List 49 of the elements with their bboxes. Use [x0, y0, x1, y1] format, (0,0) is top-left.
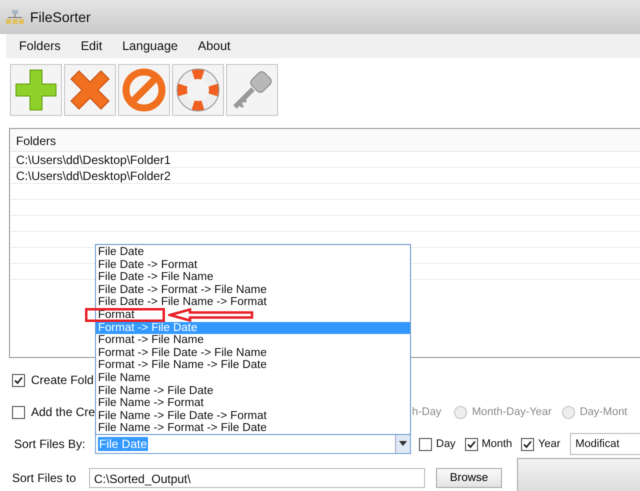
prohibition-icon	[121, 67, 167, 113]
folder-row[interactable]: C:\Users\dd\Desktop\Folder1	[10, 152, 640, 168]
toolbar-button[interactable]	[172, 64, 224, 116]
sort-by-label: Sort Files By:	[14, 437, 86, 451]
checkbox[interactable]	[521, 438, 534, 450]
dropdown-option[interactable]: File Date -> File Name -> Format	[96, 296, 269, 309]
checkbox-label: Create Fold	[31, 373, 94, 387]
toolbar-button[interactable]	[10, 64, 62, 116]
dropdown-option[interactable]: File Name	[96, 372, 152, 385]
dropdown-option[interactable]: File Date -> Format -> File Name	[96, 284, 269, 296]
dropdown-option[interactable]: File Date -> File Name	[96, 271, 216, 284]
checkbox[interactable]	[419, 438, 432, 450]
menu-item[interactable]: Folders	[6, 39, 68, 53]
dropdown-option[interactable]: File Date -> Format	[96, 258, 200, 272]
checkbox[interactable]	[12, 406, 25, 418]
menu-item[interactable]: About	[184, 39, 238, 53]
checkbox-label: Year	[538, 438, 560, 450]
output-path-field[interactable]: C:\Sorted_Output\	[89, 468, 425, 488]
window-title: FileSorter	[30, 9, 91, 25]
radio-label: Day-Mont	[580, 406, 628, 418]
dropdown-option[interactable]: File Name -> File Date	[96, 384, 216, 398]
folder-tree-icon	[6, 9, 24, 25]
column-header: Folders	[10, 129, 640, 152]
lifebuoy-icon	[175, 67, 221, 113]
radio-label: Month-Day-Year	[472, 406, 552, 418]
selected-value: File Date	[98, 437, 148, 451]
toolbar-button[interactable]	[226, 64, 278, 116]
dropdown-option[interactable]: Format -> File Name	[96, 334, 206, 347]
dropdown-option[interactable]: File Name -> File Date -> Format	[96, 410, 269, 422]
browse-button[interactable]: Browse	[436, 468, 502, 488]
dropdown-option[interactable]: Format -> File Date -> File Name	[96, 346, 269, 360]
folder-row[interactable]: C:\Users\dd\Desktop\Folder2	[10, 168, 640, 184]
checkbox[interactable]	[464, 438, 478, 450]
dropdown-option[interactable]: File Date	[96, 246, 146, 259]
menu-item[interactable]: Language	[109, 39, 185, 53]
checkbox-label: Month	[482, 438, 512, 450]
radio-label: h-Day	[412, 406, 442, 418]
dropdown-option[interactable]: File Name -> Format -> File Date	[96, 422, 269, 435]
checkbox-label: Day	[436, 438, 456, 450]
menu-item[interactable]: Edit	[68, 39, 110, 53]
output-label: Sort Files to	[12, 470, 78, 487]
toolbar-button[interactable]	[64, 64, 116, 116]
checkbox[interactable]	[12, 374, 25, 386]
plus-icon	[13, 67, 59, 113]
dropdown-option[interactable]: Format -> File Name -> File Date	[96, 359, 269, 372]
toolbar-button[interactable]	[118, 64, 170, 116]
dropdown-option[interactable]: File Name -> Format	[96, 397, 206, 410]
checkbox-label: Add the Cre	[31, 405, 96, 419]
date-source-select[interactable]: Modificat	[570, 433, 640, 455]
